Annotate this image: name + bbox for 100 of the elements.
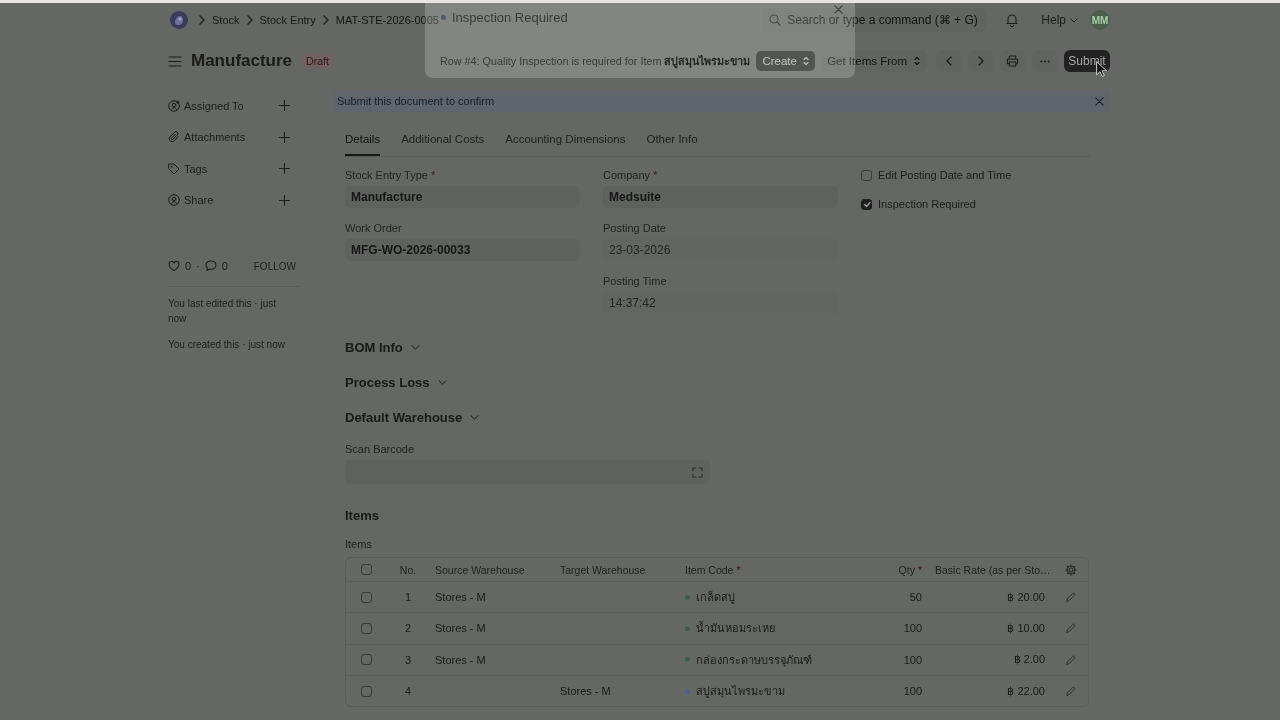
quantity: 50 [909, 591, 922, 604]
checkbox[interactable] [360, 564, 372, 575]
section-heading: Items [345, 506, 380, 525]
pencil-icon[interactable] [1066, 654, 1076, 665]
sidebar-item[interactable]: Tags [184, 162, 208, 175]
scan-icon[interactable] [692, 466, 703, 478]
row-number: 2 [404, 622, 412, 635]
tag-icon [168, 162, 180, 175]
item-code[interactable]: เกล็ดสบู่ [696, 588, 735, 607]
basic-rate: ฿ 22.00 [1007, 684, 1045, 698]
tab[interactable]: Details [345, 128, 381, 156]
activity-text: You last edited this · just now [168, 297, 278, 326]
item-code[interactable]: น้ำมันหอมระเหย [696, 619, 775, 638]
field-label: Work Order [345, 221, 403, 235]
basic-rate: ฿ 2.00 [1013, 653, 1045, 667]
pencil-icon[interactable] [1066, 623, 1076, 634]
paperclip-icon [168, 131, 180, 144]
plus-icon[interactable] [279, 131, 290, 143]
field-label: Posting Time [603, 274, 668, 288]
help-menu[interactable]: Help [1041, 13, 1078, 27]
checkbox-label: Edit Posting Date and Time [878, 169, 1012, 181]
search-icon [769, 14, 782, 26]
user-icon [168, 194, 180, 207]
chevron-down-icon [1070, 17, 1078, 23]
tab[interactable]: Accounting Dimensions [505, 128, 626, 156]
column-header: Item Code * [685, 563, 741, 576]
comment-icon[interactable] [204, 260, 217, 272]
alert-message: Submit this document to confirm [337, 95, 495, 107]
breadcrumb-link[interactable]: Stock Entry [259, 14, 316, 26]
source-warehouse: Stores - M [435, 653, 486, 666]
printer-icon [1006, 55, 1019, 67]
input-field[interactable] [345, 460, 710, 484]
close-icon[interactable] [834, 5, 843, 14]
plus-icon[interactable] [279, 163, 290, 175]
sidebar-item[interactable]: Attachments [184, 131, 246, 144]
logo-icon[interactable] [170, 11, 188, 29]
basic-rate: ฿ 20.00 [1007, 590, 1045, 604]
sidebar-item[interactable]: Assigned To [184, 99, 244, 112]
activity-text: You created this · just now [168, 338, 286, 352]
breadcrumb-link[interactable]: MAT-STE-2026-0005 [335, 14, 439, 26]
checkbox[interactable] [360, 654, 372, 666]
section-toggle[interactable]: Process Loss [345, 372, 447, 392]
checkbox[interactable] [360, 685, 372, 697]
close-icon[interactable] [1095, 96, 1104, 106]
input-field[interactable]: MFG-WO-2026-00033 [345, 239, 580, 261]
status-badge: Draft [301, 53, 334, 69]
row-number: 1 [404, 591, 412, 604]
dialog-title: Inspection Required [452, 9, 568, 25]
pencil-icon[interactable] [1066, 592, 1076, 603]
field-label: Company * [603, 168, 659, 182]
field-label: Posting Date [603, 221, 667, 235]
input-field[interactable]: Medsuite [603, 186, 838, 208]
caret-icon [802, 56, 809, 66]
like-count: 0 [185, 260, 192, 272]
quantity: 100 [903, 653, 922, 666]
heart-icon[interactable] [168, 260, 180, 272]
follow-link[interactable]: FOLLOW [253, 260, 296, 272]
section-toggle[interactable]: BOM Info [345, 337, 420, 357]
item-code[interactable]: กล่องกระดาษบรรจุภัณฑ์ [696, 650, 812, 669]
row-number: 4 [404, 685, 412, 698]
field-label: Items [345, 537, 373, 551]
target-warehouse: Stores - M [560, 685, 611, 698]
gear-icon[interactable] [1065, 563, 1077, 576]
menu-icon[interactable] [168, 55, 182, 67]
page-title: Manufacture [191, 51, 293, 71]
caret-icon [914, 56, 920, 66]
checkbox-label: Inspection Required [878, 198, 976, 210]
checkbox[interactable] [360, 622, 372, 634]
column-header: Target Warehouse [560, 563, 646, 576]
quantity: 100 [903, 685, 922, 698]
checkbox[interactable] [360, 591, 372, 603]
checkbox[interactable] [861, 198, 872, 210]
input-field[interactable]: Manufacture [345, 186, 580, 208]
dialog-message: Row #4: Quality Inspection is required for Item สบู่สมุนไพรมะขาม [440, 53, 751, 70]
column-header: Qty * [898, 563, 922, 576]
bell-icon[interactable] [1005, 13, 1020, 27]
user-avatar[interactable]: MM [1090, 10, 1110, 30]
tab[interactable]: Additional Costs [401, 128, 485, 156]
section-toggle[interactable]: Default Warehouse [345, 407, 480, 427]
separator: · [196, 260, 200, 272]
basic-rate: ฿ 10.00 [1007, 621, 1045, 635]
comment-count: 0 [221, 260, 228, 272]
item-code[interactable]: สบู่สมุนไพรมะขาม [696, 682, 785, 701]
chevron-right-icon [246, 15, 253, 25]
breadcrumb-link[interactable]: Stock [212, 14, 240, 26]
column-header: No. [399, 563, 417, 576]
tab[interactable]: Other Info [646, 128, 698, 156]
ellipsis-icon [1039, 59, 1050, 63]
pencil-icon[interactable] [1066, 686, 1076, 697]
plus-icon[interactable] [279, 194, 290, 206]
column-header: Source Warehouse [435, 563, 525, 576]
checkbox[interactable] [861, 169, 872, 181]
plus-icon[interactable] [279, 100, 290, 112]
chevron-right-icon [977, 56, 984, 66]
submit-button[interactable]: Submit [1064, 50, 1110, 72]
user-plus-icon [168, 99, 180, 112]
field-label: Scan Barcode [345, 442, 416, 456]
create-button[interactable]: Create [756, 51, 815, 71]
sidebar-item[interactable]: Share [184, 194, 214, 207]
chevron-left-icon [945, 56, 952, 66]
